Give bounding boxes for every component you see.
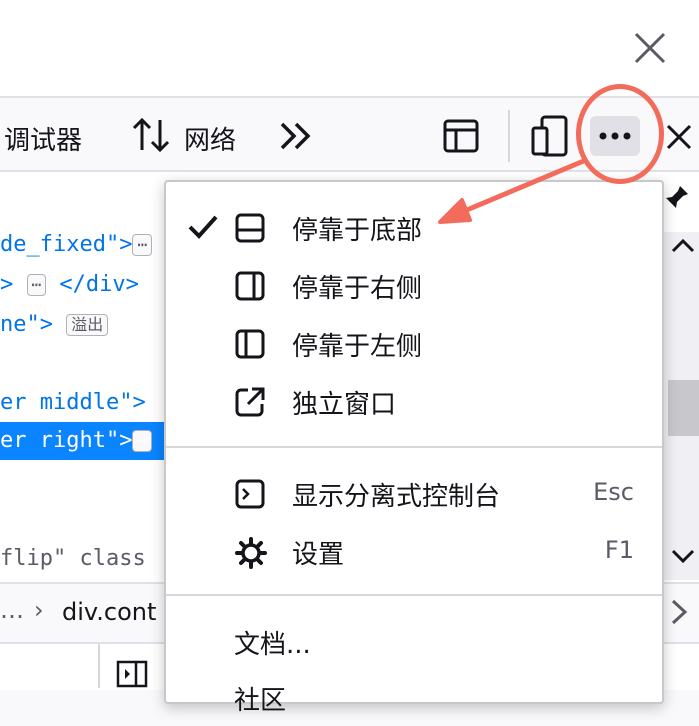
annotation-arrow-icon <box>438 157 587 224</box>
